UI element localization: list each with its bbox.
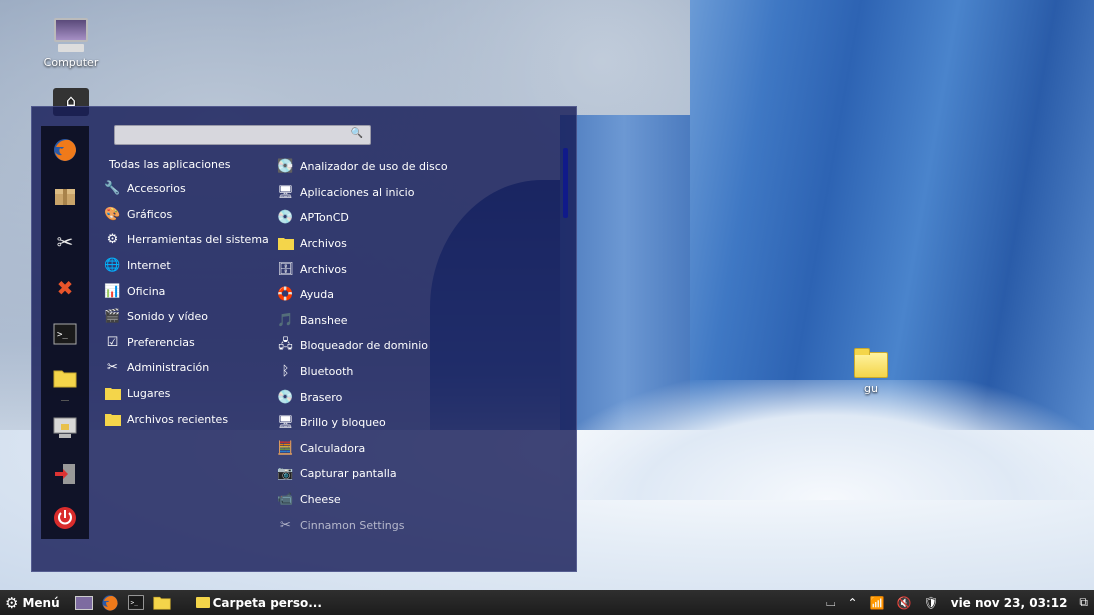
shield-icon[interactable]: 🛡 xyxy=(924,596,939,610)
app-item[interactable]: 🛟 Ayuda xyxy=(277,282,557,308)
app-item[interactable]: 🧮 Calculadora xyxy=(277,436,557,462)
category-item[interactable]: ⚙ Herramientas del sistema xyxy=(104,227,274,253)
computer-icon xyxy=(52,16,90,54)
bottom-panel: ⚙ Menú >_ Carpeta perso... ⌴ ⌃ 📶 🔇 🛡 vie… xyxy=(0,590,1094,615)
disk-usage-icon: 💽 xyxy=(277,159,294,175)
app-item[interactable]: 🖥 Brillo y bloqueo xyxy=(277,410,557,436)
desktop-icon-gu[interactable]: gu xyxy=(831,348,911,395)
multimedia-icon: 🎬 xyxy=(104,309,121,325)
folder-icon xyxy=(854,348,888,378)
firefox-icon[interactable] xyxy=(51,136,79,164)
category-item[interactable]: Archivos recientes xyxy=(104,406,274,432)
system-tools-icon: ⚙ xyxy=(106,232,119,248)
category-item[interactable]: 📊 Oficina xyxy=(104,278,274,304)
firefox-icon[interactable] xyxy=(99,593,121,613)
app-item[interactable]: 📹 Cheese xyxy=(277,487,557,513)
folder-icon xyxy=(277,235,294,252)
app-item[interactable]: Archivos xyxy=(277,231,557,257)
app-list-scrollbar[interactable] xyxy=(563,148,568,218)
accessories-icon: 🔧 xyxy=(104,181,121,197)
app-item[interactable]: 🖥 Aplicaciones al inicio xyxy=(277,180,557,206)
folder-icon xyxy=(104,385,121,402)
clock[interactable]: vie nov 23, 03:12 xyxy=(951,596,1068,610)
category-item[interactable]: ☑ Preferencias xyxy=(104,330,274,356)
workspace-switcher-icon[interactable]: ⧉ xyxy=(1079,595,1088,610)
app-item[interactable]: ᛒ Bluetooth xyxy=(277,359,557,385)
gear-icon: ⚙ xyxy=(5,593,19,612)
folder-icon[interactable] xyxy=(151,593,173,613)
archive-icon: 🗄 xyxy=(277,261,294,277)
terminal-icon[interactable]: >_ xyxy=(51,320,79,348)
help-icon: 🛟 xyxy=(277,287,294,303)
aptoncd-icon: 💿 xyxy=(277,210,294,226)
startup-apps-icon: 🖥 xyxy=(277,184,294,200)
internet-icon: 🌐 xyxy=(104,258,121,274)
application-menu: ✂ ✖ >_ 🔍 Todas las aplicaciones 🔧 Accesor… xyxy=(31,106,577,572)
desktop-icon-computer[interactable]: Computer xyxy=(31,16,111,69)
system-tray: ⌴ ⌃ 📶 🔇 🛡 vie nov 23, 03:12 ⧉ xyxy=(820,590,1094,615)
category-item[interactable]: Lugares xyxy=(104,381,274,407)
app-item[interactable]: 🎵 Banshee xyxy=(277,308,557,334)
power-icon[interactable] xyxy=(51,504,79,532)
terminal-icon[interactable]: >_ xyxy=(125,593,147,613)
domain-blocker-icon: 🖧 xyxy=(278,336,293,352)
category-list: 🔧 Accesorios 🎨 Gráficos ⚙ Herramientas del … xyxy=(104,176,274,432)
settings-icon: ✂ xyxy=(280,517,291,533)
app-item[interactable]: 📷 Capturar pantalla xyxy=(277,461,557,487)
search-box[interactable]: 🔍 xyxy=(114,125,371,145)
graphics-icon: 🎨 xyxy=(104,206,121,222)
category-item[interactable]: 🎬 Sonido y vídeo xyxy=(104,304,274,330)
banshee-icon: 🎵 xyxy=(277,312,294,328)
svg-text:>_: >_ xyxy=(57,330,68,340)
folder-icon[interactable] xyxy=(51,364,79,392)
package-installer-icon[interactable] xyxy=(51,182,79,210)
preferences-icon: ☑ xyxy=(106,334,119,350)
show-desktop-icon[interactable] xyxy=(73,593,95,613)
desktop-icon-label: gu xyxy=(864,382,878,395)
category-item[interactable]: 🌐 Internet xyxy=(104,253,274,279)
app-item[interactable]: 🗄 Archivos xyxy=(277,256,557,282)
desktop-icon-label: Computer xyxy=(43,56,99,69)
lock-screen-icon[interactable] xyxy=(51,414,79,442)
app-item[interactable]: 💽 Analizador de uso de disco xyxy=(277,154,557,180)
app-item[interactable]: 💿 APTonCD xyxy=(277,205,557,231)
wifi-icon[interactable]: 📶 xyxy=(870,596,885,610)
application-list: 💽 Analizador de uso de disco 🖥 Aplicacione… xyxy=(277,154,557,538)
tools-icon[interactable]: ✂ xyxy=(51,228,79,256)
cheese-icon: 📹 xyxy=(277,492,294,508)
favorites-bar: ✂ ✖ >_ xyxy=(41,126,89,539)
office-icon: 📊 xyxy=(104,283,121,299)
window-title: Carpeta perso... xyxy=(212,595,322,610)
search-input[interactable] xyxy=(115,126,345,144)
category-item[interactable]: ✂ Administración xyxy=(104,355,274,381)
keyboard-icon[interactable]: ⌴ xyxy=(826,595,836,610)
volume-icon[interactable]: 🔇 xyxy=(897,596,912,610)
brightness-lock-icon: 🖥 xyxy=(277,415,294,431)
window-list-item[interactable]: Carpeta perso... xyxy=(191,590,327,615)
screenshot-icon: 📷 xyxy=(277,466,294,482)
category-item[interactable]: 🔧 Accesorios xyxy=(104,176,274,202)
bluetooth-icon: ᛒ xyxy=(281,364,290,380)
administration-icon: ✂ xyxy=(107,360,118,376)
menu-button[interactable]: ⚙ Menú xyxy=(0,590,65,615)
brasero-icon: 💿 xyxy=(277,389,294,405)
logout-icon[interactable] xyxy=(51,460,79,488)
folder-icon xyxy=(104,411,121,428)
folder-icon xyxy=(195,597,210,608)
app-item[interactable]: 💿 Brasero xyxy=(277,384,557,410)
app-item[interactable]: ✂ Cinnamon Settings xyxy=(277,512,557,538)
menu-button-label: Menú xyxy=(22,595,60,610)
wallpaper-snow-drift xyxy=(560,380,1094,500)
favorites-separator xyxy=(61,400,69,401)
calculator-icon: 🧮 xyxy=(277,440,294,456)
category-all-applications[interactable]: Todas las aplicaciones xyxy=(109,158,230,171)
chevron-up-icon[interactable]: ⌃ xyxy=(848,596,858,610)
app-item[interactable]: 🖧 Bloqueador de dominio xyxy=(277,333,557,359)
category-item[interactable]: 🎨 Gráficos xyxy=(104,202,274,228)
close-icon[interactable]: ✖ xyxy=(51,274,79,302)
search-icon: 🔍 xyxy=(350,128,363,139)
svg-text:>_: >_ xyxy=(130,600,138,607)
